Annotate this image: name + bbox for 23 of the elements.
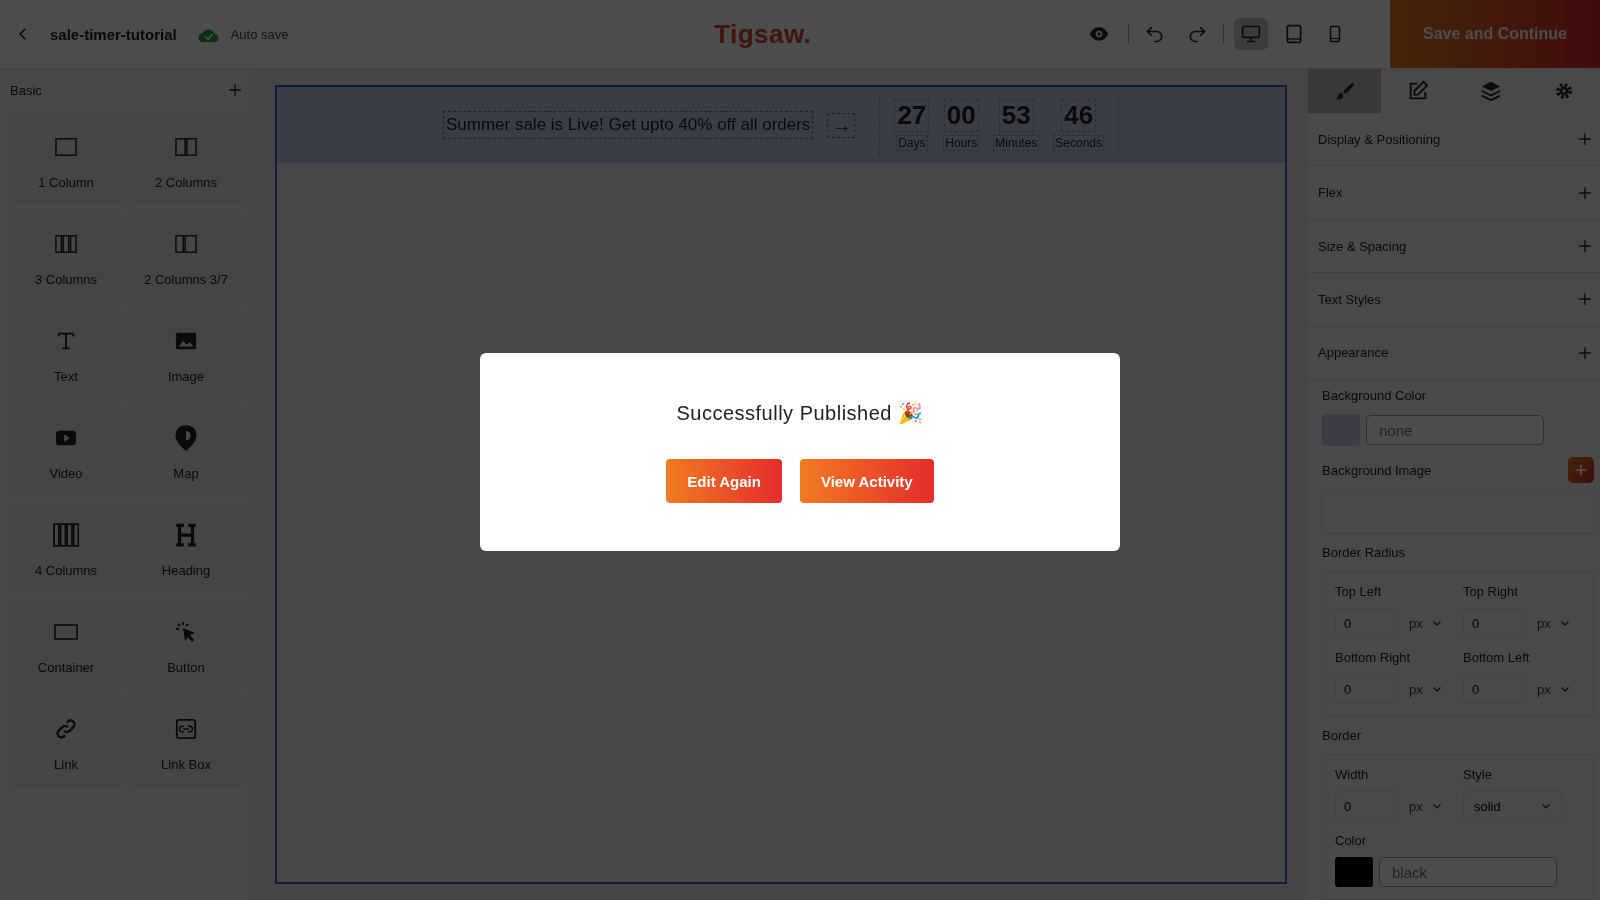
autosave-status: Auto save xyxy=(230,26,289,42)
logo: Tigsaw. xyxy=(714,18,813,50)
field-label: Color xyxy=(1335,833,1368,849)
field-label: Bottom Right xyxy=(1335,650,1412,666)
field-label: Top Left xyxy=(1335,584,1383,600)
section-title: Display & Positioning xyxy=(1318,131,1441,147)
field-label: Style xyxy=(1463,767,1493,783)
field-label: Border Radius xyxy=(1322,545,1407,561)
field-label: Background Color xyxy=(1322,388,1428,404)
section-title: Text Styles xyxy=(1318,291,1381,307)
field-label: Top Right xyxy=(1463,584,1519,600)
panel-title: Basic xyxy=(10,82,42,98)
project-title: sale-timer-tutorial xyxy=(50,25,177,43)
dialog-button[interactable]: Edit Again xyxy=(666,459,782,503)
dialog-title: Successfully Published 🎉 xyxy=(676,401,924,425)
section-title: Size & Spacing xyxy=(1318,238,1407,254)
dialog-button[interactable]: View Activity xyxy=(799,459,934,503)
field-label: Width xyxy=(1335,767,1370,783)
section-title: Appearance xyxy=(1318,345,1389,361)
field-label: Background Image xyxy=(1322,462,1432,478)
section-title: Flex xyxy=(1318,185,1343,201)
field-label: Border xyxy=(1322,728,1363,744)
field-label: Bottom Left xyxy=(1463,650,1531,666)
